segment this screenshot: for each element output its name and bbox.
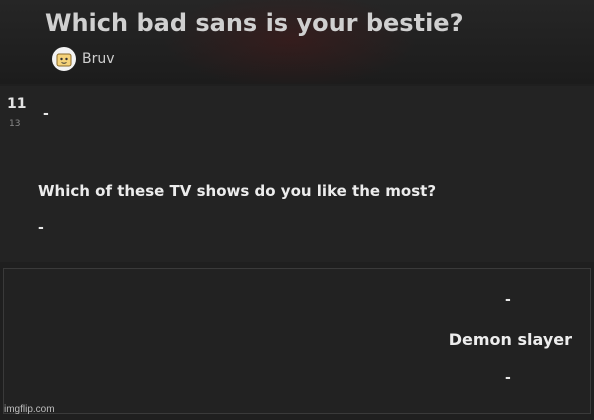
question-number: 11 <box>7 96 27 112</box>
quiz-header: Which bad sans is your bestie? Bruv <box>0 0 594 84</box>
author-link[interactable]: Bruv <box>52 47 115 71</box>
question-panel <box>0 86 594 262</box>
watermark: imgflip.com <box>4 404 55 415</box>
avatar-icon[interactable] <box>52 47 76 71</box>
question-bottom-dash: - <box>38 220 44 236</box>
author-name[interactable]: Bruv <box>82 51 115 67</box>
answer-dash-below: - <box>505 370 511 386</box>
answer-label[interactable]: Demon slayer <box>449 330 572 349</box>
question-text: Which of these TV shows do you like the … <box>38 182 437 200</box>
answer-dash-above: - <box>505 292 511 308</box>
quiz-title: Which bad sans is your bestie? <box>45 9 464 37</box>
question-total: 13 <box>9 119 21 129</box>
question-top-dash: - <box>43 106 49 122</box>
